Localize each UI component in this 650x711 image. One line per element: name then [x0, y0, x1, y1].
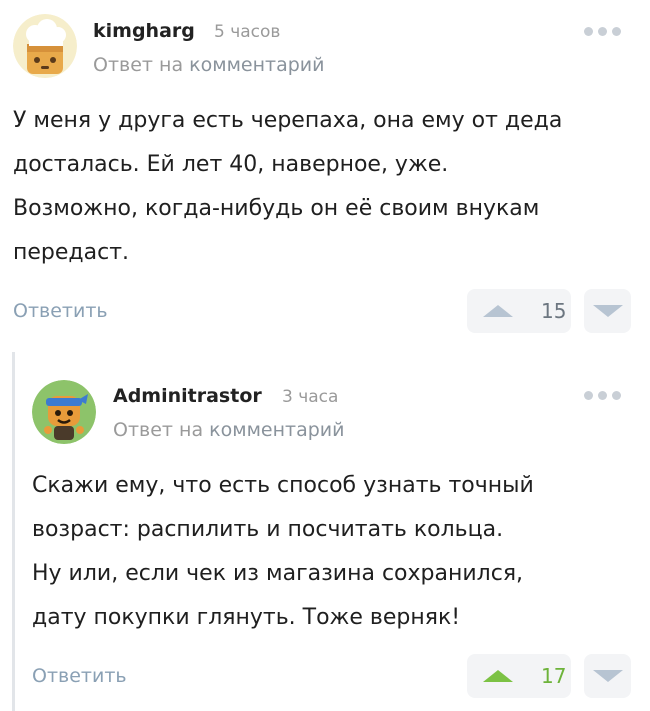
comment-kimgharg: kimgharg 5 часов Ответ на комментарий У … [0, 0, 650, 345]
triangle-down-icon [592, 670, 623, 682]
reply-comment-link[interactable]: комментарий [209, 419, 344, 441]
reply-button[interactable]: Ответить [13, 300, 108, 322]
dot [598, 27, 607, 36]
more-options-icon[interactable] [584, 27, 621, 36]
reply-reference: Ответ на комментарий [113, 419, 345, 441]
upvote-button[interactable]: 15 [467, 289, 571, 333]
rating-count: 17 [541, 664, 567, 688]
timestamp[interactable]: 5 часов [214, 22, 280, 42]
downvote-button[interactable] [584, 654, 631, 698]
reply-comment-link[interactable]: комментарий [189, 54, 324, 76]
upvote-button[interactable]: 17 [467, 654, 571, 698]
comment-text: У меня у друга есть черепаха, она ему от… [13, 108, 563, 265]
dot [584, 27, 593, 36]
more-options-icon[interactable] [584, 391, 621, 400]
dot [612, 27, 621, 36]
dot [612, 391, 621, 400]
downvote-button[interactable] [584, 289, 631, 333]
reply-prefix: Ответ на [93, 54, 184, 76]
reply-button[interactable]: Ответить [32, 665, 127, 687]
ninja-avatar-icon [32, 380, 96, 444]
dot [598, 391, 607, 400]
username[interactable]: Adminitrastor [113, 385, 262, 407]
rating-count: 15 [541, 299, 567, 323]
user-avatar[interactable] [32, 380, 96, 444]
username[interactable]: kimgharg [93, 20, 195, 42]
comment-text: Скажи ему, что есть способ узнать точный… [32, 473, 534, 630]
triangle-up-icon [483, 305, 513, 317]
comment-adminitrastor: Adminitrastor 3 часа Ответ на комментари… [0, 345, 650, 711]
reply-reference: Ответ на комментарий [93, 54, 325, 76]
triangle-down-icon [592, 305, 623, 317]
dot [584, 391, 593, 400]
timestamp[interactable]: 3 часа [282, 387, 338, 407]
chef-hat-avatar-icon [13, 14, 77, 78]
reply-prefix: Ответ на [113, 419, 204, 441]
triangle-up-icon [483, 670, 513, 682]
user-avatar[interactable] [13, 14, 77, 78]
